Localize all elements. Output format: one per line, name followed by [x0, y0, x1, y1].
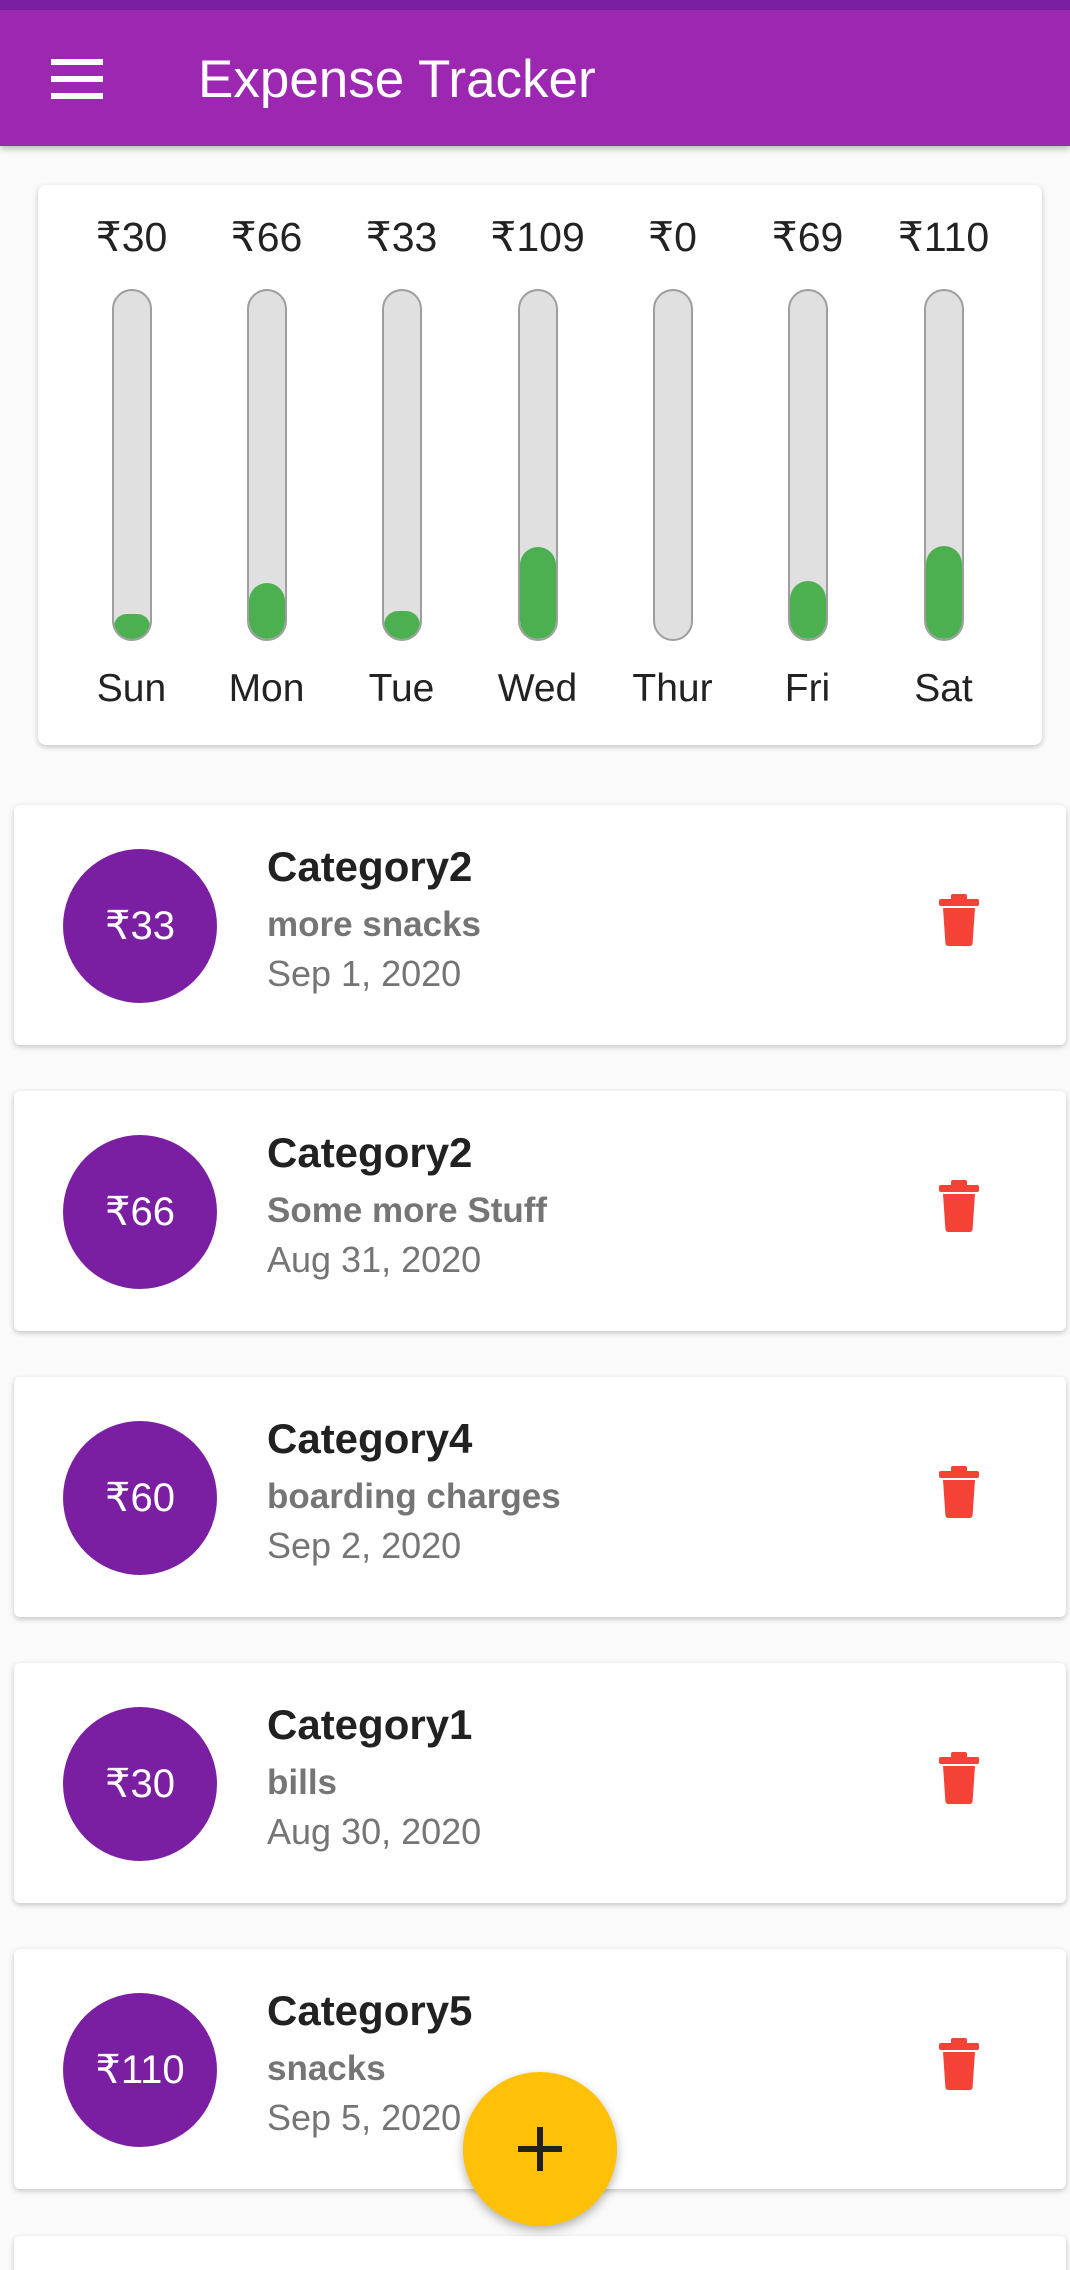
- bar-fill: [384, 611, 420, 639]
- chart-bar-wed: ₹109 Wed: [470, 185, 605, 745]
- amount-avatar: ₹110: [63, 1993, 217, 2147]
- bar-fill: [926, 546, 962, 639]
- delete-button[interactable]: [919, 1449, 999, 1535]
- chart-bar-tue: ₹33 Tue: [334, 185, 469, 745]
- bar-track: [247, 289, 287, 641]
- transaction-category: Category5: [267, 1987, 473, 2034]
- transaction-category: Category1: [267, 1701, 473, 1748]
- bar-track: [112, 289, 152, 641]
- add-transaction-button[interactable]: [463, 2072, 617, 2226]
- delete-button[interactable]: [919, 1735, 999, 1821]
- list-item[interactable]: [14, 2236, 1066, 2270]
- amount-avatar: ₹33: [63, 849, 217, 1003]
- bar-day-label: Sat: [914, 667, 973, 710]
- chart-bar-mon: ₹66 Mon: [199, 185, 334, 745]
- chart-bar-sun: ₹30 Sun: [64, 185, 199, 745]
- list-item[interactable]: ₹60 Category4 boarding charges Sep 2, 2020: [14, 1377, 1066, 1617]
- weekly-chart-card: ₹30 Sun ₹66 Mon ₹33 Tue ₹109 Wed ₹0 Thur ₹69 Fri ₹11…: [38, 185, 1042, 745]
- transaction-description: Some more Stuff: [267, 1191, 548, 1230]
- chart-bar-thur: ₹0 Thur: [605, 185, 740, 745]
- add-icon: [518, 2127, 562, 2171]
- bar-track: [382, 289, 422, 641]
- bar-day-label: Wed: [497, 667, 578, 710]
- amount-avatar: ₹66: [63, 1135, 217, 1289]
- transaction-description: boarding charges: [267, 1477, 561, 1516]
- bar-day-label: Sun: [96, 667, 167, 710]
- bar-day-label: Thur: [632, 667, 713, 710]
- bar-day-label: Fri: [784, 667, 831, 710]
- transaction-category: Category2: [267, 1129, 473, 1176]
- status-bar: [0, 0, 1070, 10]
- bar-amount-label: ₹0: [648, 214, 697, 260]
- delete-button[interactable]: [919, 877, 999, 963]
- bar-amount-label: ₹69: [771, 214, 844, 260]
- transaction-category: Category2: [267, 843, 473, 890]
- delete-icon: [939, 2038, 979, 2090]
- chart-bar-fri: ₹69 Fri: [740, 185, 875, 745]
- bar-track: [653, 289, 693, 641]
- delete-button[interactable]: [919, 2021, 999, 2107]
- bar-amount-label: ₹33: [365, 214, 438, 260]
- bar-amount-label: ₹109: [490, 214, 585, 260]
- bar-track: [924, 289, 964, 641]
- delete-button[interactable]: [919, 1163, 999, 1249]
- delete-icon: [939, 1752, 979, 1804]
- list-item[interactable]: ₹33 Category2 more snacks Sep 1, 2020: [14, 805, 1066, 1045]
- bar-fill: [520, 547, 556, 639]
- amount-avatar: ₹60: [63, 1421, 217, 1575]
- transaction-description: more snacks: [267, 905, 482, 944]
- transaction-date: Aug 30, 2020: [267, 1811, 482, 1852]
- amount-avatar: ₹30: [63, 1707, 217, 1861]
- delete-icon: [939, 1466, 979, 1518]
- bar-fill: [249, 583, 285, 639]
- bar-track: [788, 289, 828, 641]
- bar-track: [518, 289, 558, 641]
- list-item[interactable]: ₹66 Category2 Some more Stuff Aug 31, 2020: [14, 1091, 1066, 1331]
- list-item[interactable]: ₹30 Category1 bills Aug 30, 2020: [14, 1663, 1066, 1903]
- transaction-category: Category4: [267, 1415, 473, 1462]
- menu-icon: [51, 59, 103, 99]
- transaction-date: Sep 2, 2020: [267, 1525, 462, 1566]
- page-title: Expense Tracker: [198, 50, 596, 109]
- chart-bar-sat: ₹110 Sat: [876, 185, 1011, 745]
- bar-amount-label: ₹30: [95, 214, 168, 260]
- delete-icon: [939, 1180, 979, 1232]
- transaction-date: Sep 5, 2020: [267, 2097, 462, 2138]
- app-bar: Expense Tracker: [0, 10, 1070, 146]
- transaction-description: snacks: [267, 2049, 386, 2088]
- menu-button[interactable]: [40, 44, 114, 114]
- bar-day-label: Mon: [228, 667, 305, 710]
- bar-amount-label: ₹66: [230, 214, 303, 260]
- bar-day-label: Tue: [368, 667, 435, 710]
- bar-fill: [114, 613, 150, 639]
- transaction-description: bills: [267, 1763, 338, 1802]
- bar-amount-label: ₹110: [897, 214, 990, 260]
- delete-icon: [939, 894, 979, 946]
- transaction-date: Aug 31, 2020: [267, 1239, 482, 1280]
- transaction-date: Sep 1, 2020: [267, 953, 462, 994]
- bar-fill: [790, 580, 826, 639]
